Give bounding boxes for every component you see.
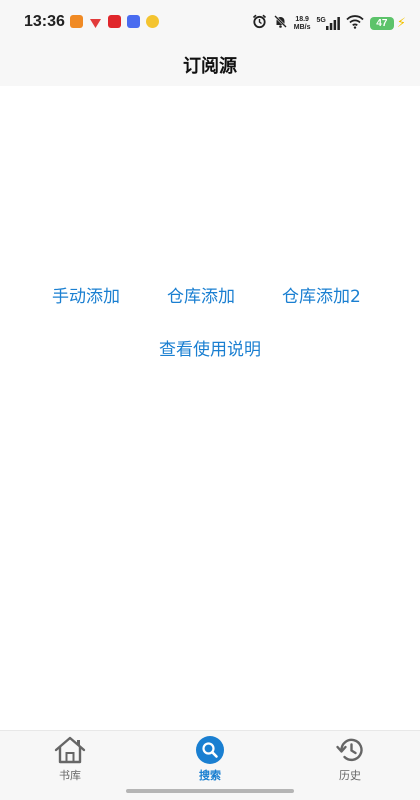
cell-signal: 5G xyxy=(317,17,340,30)
app-notification-icon xyxy=(146,15,159,28)
status-bar: 13:36 18.9 MB/s 5G 47 ⚡ xyxy=(0,0,420,44)
nav-label-history: 历史 xyxy=(339,769,361,782)
mute-icon xyxy=(273,14,288,33)
page-title: 订阅源 xyxy=(183,56,237,77)
repo-add-button[interactable]: 仓库添加 xyxy=(167,282,235,307)
status-time: 13:36 xyxy=(24,13,65,30)
notification-icons xyxy=(70,15,159,34)
app-screen: 13:36 18.9 MB/s 5G 47 ⚡ 订阅源 手动添加 仓库添加 仓库… xyxy=(0,0,420,800)
status-indicators: 18.9 MB/s 5G 47 ⚡ xyxy=(252,14,406,33)
search-icon xyxy=(193,735,227,765)
repo-add-2-button[interactable]: 仓库添加2 xyxy=(282,282,361,307)
battery-level: 47 xyxy=(369,17,394,30)
signal-icon xyxy=(325,17,340,30)
home-icon xyxy=(53,735,87,765)
nav-item-history[interactable]: 历史 xyxy=(300,731,400,791)
app-notification-icon xyxy=(108,15,121,28)
charging-icon: ⚡ xyxy=(396,16,406,31)
nav-label-search: 搜索 xyxy=(199,769,221,782)
network-speed: 18.9 MB/s xyxy=(294,16,311,32)
subscription-actions: 手动添加 仓库添加 仓库添加2 xyxy=(0,282,420,310)
network-type: 5G xyxy=(316,17,326,24)
home-indicator[interactable] xyxy=(126,789,294,793)
app-notification-icon xyxy=(89,15,102,34)
nav-item-search[interactable]: 搜索 xyxy=(160,731,260,791)
help-button[interactable]: 查看使用说明 xyxy=(159,335,261,360)
manual-add-button[interactable]: 手动添加 xyxy=(52,282,120,307)
nav-label-library: 书库 xyxy=(59,769,81,782)
wifi-icon xyxy=(346,14,364,33)
help-row: 查看使用说明 xyxy=(0,335,420,360)
nav-item-library[interactable]: 书库 xyxy=(20,731,120,791)
network-speed-value: 18.9 xyxy=(295,15,309,23)
history-icon xyxy=(333,735,367,765)
app-header: 订阅源 xyxy=(0,44,420,86)
network-speed-unit: MB/s xyxy=(293,23,311,31)
app-notification-icon xyxy=(70,15,83,28)
app-notification-icon xyxy=(127,15,140,28)
alarm-icon xyxy=(252,14,267,33)
